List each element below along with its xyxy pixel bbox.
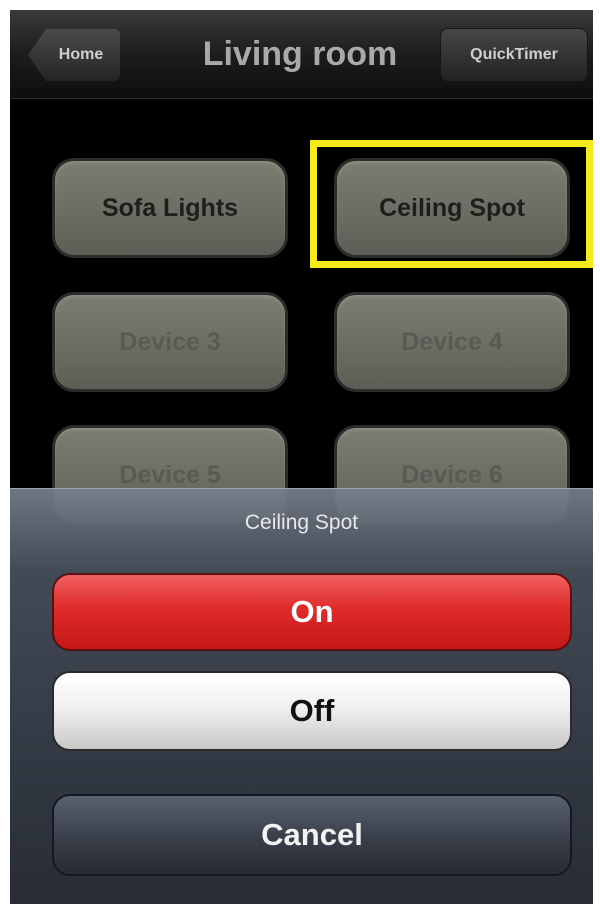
device-button-3[interactable]: Device 3 [52, 292, 288, 392]
on-button[interactable]: On [52, 573, 572, 651]
selection-highlight [310, 140, 593, 268]
action-sheet-title: Ceiling Spot [244, 511, 359, 534]
app-screen: Home Living room QuickTimer Sofa Lights … [10, 10, 593, 904]
quicktimer-button[interactable]: QuickTimer [440, 28, 588, 82]
device-button-sofa-lights[interactable]: Sofa Lights [52, 158, 288, 258]
off-button[interactable]: Off [52, 671, 572, 751]
action-sheet: Ceiling Spot On Off Cancel [10, 488, 593, 904]
device-button-4[interactable]: Device 4 [334, 292, 570, 392]
page-title: Living room [202, 35, 398, 73]
home-back-label: Home [58, 46, 104, 63]
navigation-bar: Home Living room QuickTimer [10, 10, 593, 99]
cancel-button[interactable]: Cancel [52, 794, 572, 876]
home-back-button[interactable]: Home [28, 29, 120, 81]
